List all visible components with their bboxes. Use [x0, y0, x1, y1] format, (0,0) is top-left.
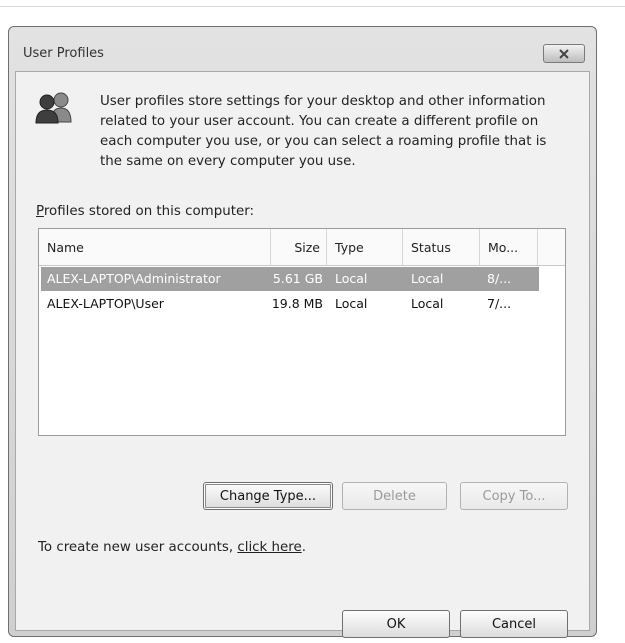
profiles-label-accelerator: P: [36, 204, 44, 219]
close-icon: [559, 48, 569, 59]
cell-size: 5.61 GB: [272, 271, 323, 286]
cell-status: Local: [411, 271, 444, 286]
cell-name: ALEX-LAPTOP\User: [47, 296, 164, 311]
column-header-status[interactable]: Status: [403, 229, 480, 265]
create-accounts-text: To create new user accounts, click here.: [38, 540, 306, 555]
window-title: User Profiles: [23, 46, 104, 61]
create-accounts-label: To create new user accounts,: [38, 540, 238, 555]
profiles-list[interactable]: Name Size Type Status Mo... ALEX-LAPTOP\…: [38, 228, 566, 436]
delete-button[interactable]: Delete: [342, 482, 447, 510]
user-profiles-dialog: User Profiles User profiles store settin…: [8, 26, 597, 638]
cell-status: Local: [411, 296, 444, 311]
cell-size: 19.8 MB: [271, 296, 323, 311]
column-header-modified[interactable]: Mo...: [480, 229, 538, 265]
column-header-name[interactable]: Name: [39, 229, 271, 265]
column-header-type[interactable]: Type: [327, 229, 403, 265]
cell-modified: 8/...: [487, 271, 512, 286]
list-item[interactable]: ALEX-LAPTOP\User 19.8 MB Local Local 7/.…: [41, 292, 539, 316]
profiles-label: Profiles stored on this computer:: [36, 204, 254, 219]
title-bar[interactable]: User Profiles: [9, 27, 596, 71]
list-item[interactable]: ALEX-LAPTOP\Administrator 5.61 GB Local …: [41, 267, 539, 291]
close-button[interactable]: [543, 44, 585, 63]
users-icon: [35, 92, 72, 124]
cell-modified: 7/...: [487, 296, 512, 311]
ok-button[interactable]: OK: [342, 610, 450, 638]
change-type-button[interactable]: Change Type...: [203, 482, 333, 510]
dialog-content: User profiles store settings for your de…: [15, 71, 590, 638]
cell-name: ALEX-LAPTOP\Administrator: [47, 271, 221, 286]
column-header-size[interactable]: Size: [271, 229, 327, 265]
list-header: Name Size Type Status Mo...: [39, 229, 565, 266]
profiles-label-rest: rofiles stored on this computer:: [43, 204, 254, 219]
cell-type: Local: [335, 296, 368, 311]
intro-text: User profiles store settings for your de…: [100, 94, 547, 169]
cancel-button[interactable]: Cancel: [460, 610, 568, 638]
create-accounts-suffix: .: [301, 540, 306, 555]
top-divider: [0, 6, 625, 7]
cell-type: Local: [335, 271, 368, 286]
click-here-link[interactable]: click here: [237, 540, 301, 555]
copy-to-button[interactable]: Copy To...: [460, 482, 568, 510]
